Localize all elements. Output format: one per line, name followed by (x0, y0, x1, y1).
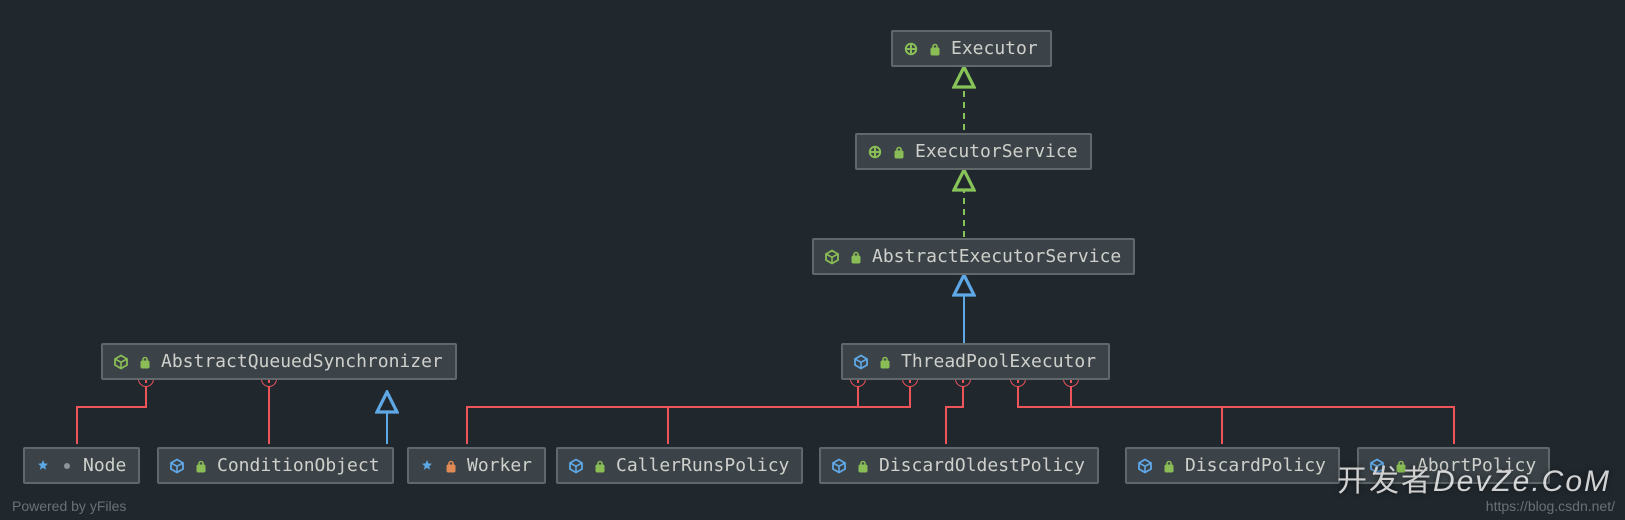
node-label: DiscardPolicy (1185, 455, 1326, 476)
class-icon (853, 354, 869, 370)
class-icon (568, 458, 584, 474)
edge-discardoldest-inner-tpe (946, 382, 963, 444)
edge-discard-inner-tpe (1018, 382, 1222, 444)
node-label: Executor (951, 38, 1038, 59)
lock-icon (855, 458, 871, 474)
node-executor[interactable]: Executor (891, 30, 1052, 67)
class-icon (1369, 458, 1385, 474)
package-private-icon (59, 458, 75, 474)
node-worker[interactable]: Worker (407, 447, 546, 484)
edge-node-inner-aqs (77, 382, 146, 444)
footer-source-url: https://blog.csdn.net/ (1486, 498, 1615, 514)
footer-powered-by: Powered by yFiles (12, 498, 126, 514)
node-node[interactable]: Node (23, 447, 140, 484)
node-label: CallerRunsPolicy (616, 455, 789, 476)
node-label: AbstractExecutorService (872, 246, 1121, 267)
node-label: Node (83, 455, 126, 476)
lock-icon (877, 354, 893, 370)
node-discardpolicy[interactable]: DiscardPolicy (1125, 447, 1340, 484)
lock-icon (193, 458, 209, 474)
lock-icon (1393, 458, 1409, 474)
interface-icon (903, 41, 919, 57)
abstract-class-icon (824, 249, 840, 265)
private-lock-icon (443, 458, 459, 474)
node-abortpolicy[interactable]: AbortPolicy (1357, 447, 1550, 484)
interface-icon (867, 144, 883, 160)
node-label: Worker (467, 455, 532, 476)
node-executorservice[interactable]: ExecutorService (855, 133, 1092, 170)
class-icon (1137, 458, 1153, 474)
node-discardoldestpolicy[interactable]: DiscardOldestPolicy (819, 447, 1099, 484)
lock-icon (927, 41, 943, 57)
abstract-class-icon (113, 354, 129, 370)
node-label: ExecutorService (915, 141, 1078, 162)
class-icon (169, 458, 185, 474)
lock-icon (592, 458, 608, 474)
node-conditionobject[interactable]: ConditionObject (157, 447, 394, 484)
edge-callerruns-inner-tpe (668, 382, 910, 444)
lock-icon (137, 354, 153, 370)
final-class-star-icon (35, 458, 51, 474)
lock-icon (848, 249, 864, 265)
node-label: AbstractQueuedSynchronizer (161, 351, 443, 372)
uml-diagram-canvas: Executor ExecutorService AbstractExecuto… (0, 0, 1625, 520)
class-icon (831, 458, 847, 474)
node-callerrunspolicy[interactable]: CallerRunsPolicy (556, 447, 803, 484)
node-label: AbortPolicy (1417, 455, 1536, 476)
node-abstractqueuedsynchronizer[interactable]: AbstractQueuedSynchronizer (101, 343, 457, 380)
lock-icon (891, 144, 907, 160)
final-class-star-icon (419, 458, 435, 474)
node-abstractexecutorservice[interactable]: AbstractExecutorService (812, 238, 1135, 275)
node-label: ConditionObject (217, 455, 380, 476)
edge-abort-inner-tpe (1071, 382, 1454, 444)
edge-worker-inner-tpe (467, 382, 858, 444)
node-threadpoolexecutor[interactable]: ThreadPoolExecutor (841, 343, 1110, 380)
lock-icon (1161, 458, 1177, 474)
node-label: DiscardOldestPolicy (879, 455, 1085, 476)
node-label: ThreadPoolExecutor (901, 351, 1096, 372)
